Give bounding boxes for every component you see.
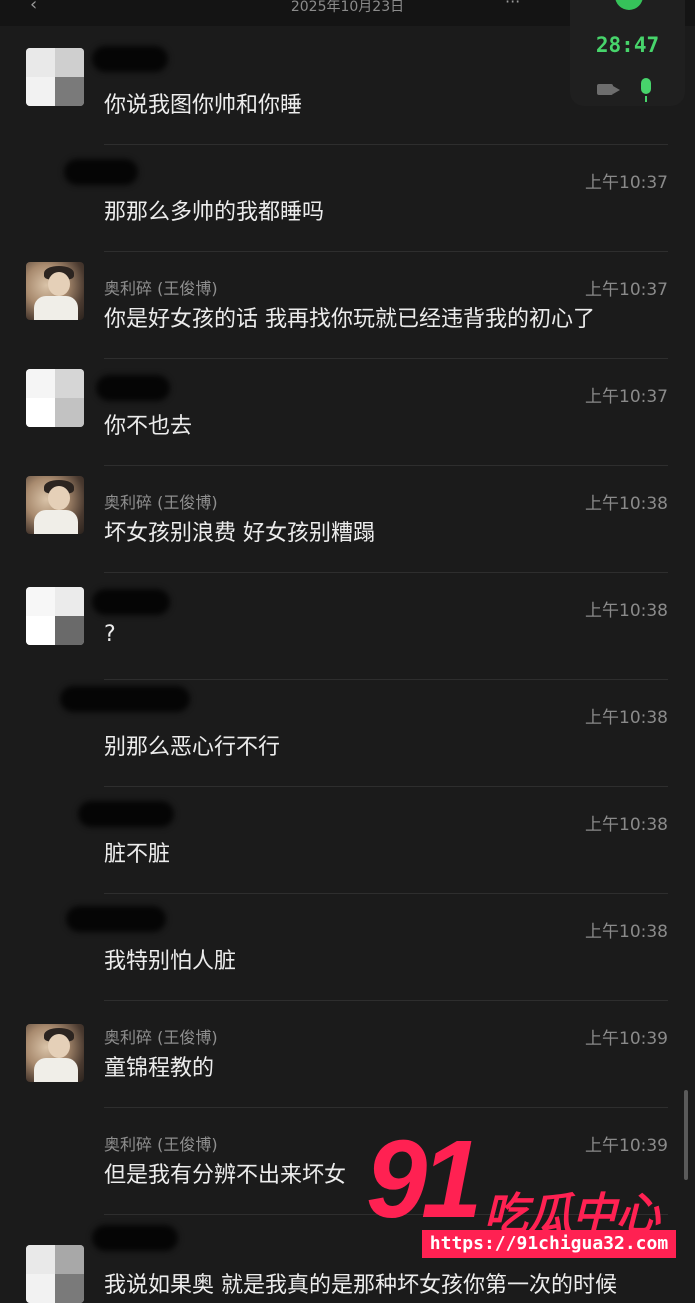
redacted-name	[66, 906, 166, 932]
redacted-name	[92, 46, 168, 72]
avatar[interactable]	[26, 48, 84, 106]
message-row[interactable]: 奥利碎 (王俊博) 上午10:38 坏女孩别浪费 好女孩别糟蹋	[0, 466, 695, 573]
call-timer: 28:47	[595, 33, 660, 57]
message-time: 上午10:38	[585, 708, 668, 728]
message-row[interactable]: 上午10:38 ?	[0, 573, 695, 680]
message-text: ?	[104, 622, 116, 647]
message-text: 我特别怕人脏	[104, 949, 237, 974]
message-time: 上午10:39	[585, 1029, 668, 1049]
message-row[interactable]: 奥利碎 (王俊博) 上午10:37 你是好女孩的话 我再找你玩就已经违背我的初心…	[0, 252, 695, 359]
sender-name: 奥利碎 (王俊博)	[104, 493, 218, 512]
avatar[interactable]	[26, 587, 84, 645]
message-time: 上午10:37	[585, 387, 668, 407]
redacted-name	[78, 801, 174, 827]
redacted-name	[92, 589, 170, 615]
redacted-name	[96, 375, 170, 401]
call-widget[interactable]: 28:47	[570, 0, 685, 106]
watermark-number: 91	[366, 1118, 482, 1241]
message-row[interactable]: 上午10:37 那那么多帅的我都睡吗	[0, 145, 695, 252]
message-time: 上午10:38	[585, 494, 668, 514]
more-icon[interactable]: ···	[505, 0, 520, 11]
avatar[interactable]	[26, 262, 84, 320]
message-time: 上午10:38	[585, 922, 668, 942]
phone-icon[interactable]	[615, 0, 643, 10]
avatar[interactable]	[26, 476, 84, 534]
avatar[interactable]	[26, 1024, 84, 1082]
scrollbar[interactable]	[684, 1090, 688, 1180]
message-row[interactable]: 上午10:38 别那么恶心行不行	[0, 680, 695, 787]
message-text: 脏不脏	[104, 842, 171, 867]
message-text: 但是我有分辨不出来坏女	[104, 1163, 347, 1188]
watermark-url: https://91chigua32.com	[422, 1230, 676, 1258]
message-time: 上午10:37	[585, 173, 668, 193]
message-text: 你是好女孩的话 我再找你玩就已经违背我的初心了	[104, 307, 595, 332]
message-text: 坏女孩别浪费 好女孩别糟蹋	[104, 521, 375, 546]
message-row[interactable]: 上午10:37 你不也去	[0, 359, 695, 466]
microphone-icon[interactable]	[641, 78, 651, 94]
message-text: 你不也去	[104, 414, 193, 439]
message-text: 童锦程教的	[104, 1056, 215, 1081]
redacted-name	[60, 686, 190, 712]
message-text: 我说如果奥 就是我真的是那种坏女孩你第一次的时候	[104, 1273, 617, 1298]
sender-name: 奥利碎 (王俊博)	[104, 279, 218, 298]
sender-name: 奥利碎 (王俊博)	[104, 1135, 218, 1154]
message-time: 上午10:38	[585, 815, 668, 835]
message-time: 上午10:38	[585, 601, 668, 621]
redacted-name	[64, 159, 138, 185]
message-text: 那那么多帅的我都睡吗	[104, 200, 325, 225]
message-text: 你说我图你帅和你睡	[104, 93, 303, 118]
message-time: 上午10:37	[585, 280, 668, 300]
message-row[interactable]: 上午10:38 脏不脏	[0, 787, 695, 894]
sender-name: 奥利碎 (王俊博)	[104, 1028, 218, 1047]
video-camera-icon[interactable]	[597, 84, 620, 95]
message-text: 别那么恶心行不行	[104, 735, 281, 760]
message-row[interactable]: 上午10:38 我特别怕人脏	[0, 894, 695, 1001]
avatar[interactable]	[26, 369, 84, 427]
watermark: 91 吃瓜中心 https://91chigua32.com	[362, 1118, 682, 1260]
microphone-stand	[645, 96, 647, 102]
redacted-name	[92, 1225, 178, 1251]
avatar[interactable]	[26, 1245, 84, 1303]
message-row[interactable]: 奥利碎 (王俊博) 上午10:39 童锦程教的	[0, 1001, 695, 1108]
